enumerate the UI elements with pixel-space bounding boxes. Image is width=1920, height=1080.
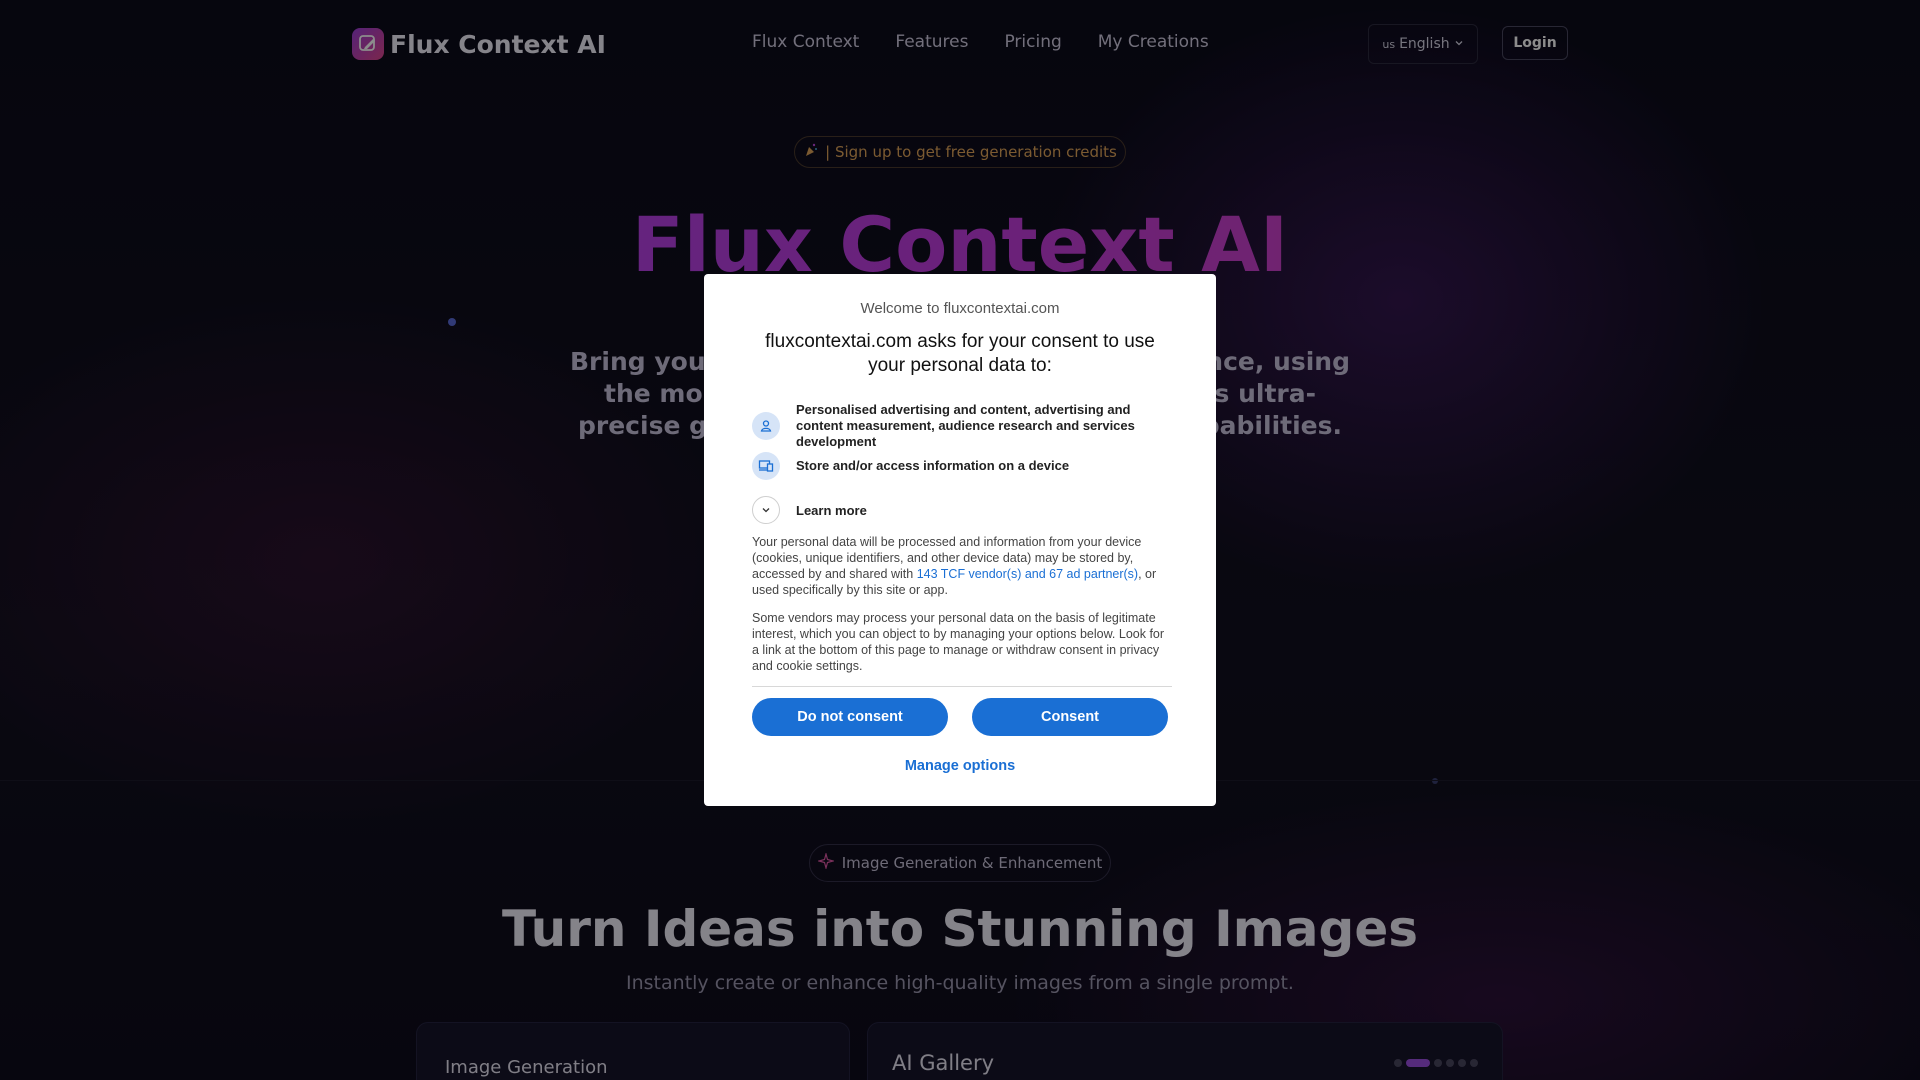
learn-more-label: Learn more (796, 502, 867, 518)
consent-button[interactable]: Consent (972, 698, 1168, 736)
devices-icon (752, 452, 780, 480)
learn-more-toggle[interactable]: Learn more (752, 496, 867, 524)
dialog-welcome: Welcome to fluxcontextai.com (860, 300, 1060, 317)
purpose-personalised-advertising: Personalised advertising and content, ad… (752, 402, 1172, 450)
chevron-down-icon (752, 496, 780, 524)
manage-options-link[interactable]: Manage options (704, 758, 1216, 774)
consent-paragraph-2: Some vendors may process your personal d… (752, 611, 1165, 673)
dialog-divider (752, 686, 1172, 687)
purpose-text: Personalised advertising and content, ad… (796, 402, 1135, 449)
consent-paragraph-1: Your personal data will be processed and… (752, 534, 1172, 598)
vendors-link[interactable]: 143 TCF vendor(s) and 67 ad partner(s) (917, 567, 1138, 581)
dialog-heading: fluxcontextai.com asks for your consent … (765, 331, 1155, 376)
consent-dialog: Welcome to fluxcontextai.com fluxcontext… (704, 274, 1216, 806)
person-icon (752, 412, 780, 440)
purpose-text: Store and/or access information on a dev… (796, 458, 1070, 473)
purpose-store-access-device: Store and/or access information on a dev… (752, 452, 1172, 480)
do-not-consent-button[interactable]: Do not consent (752, 698, 948, 736)
